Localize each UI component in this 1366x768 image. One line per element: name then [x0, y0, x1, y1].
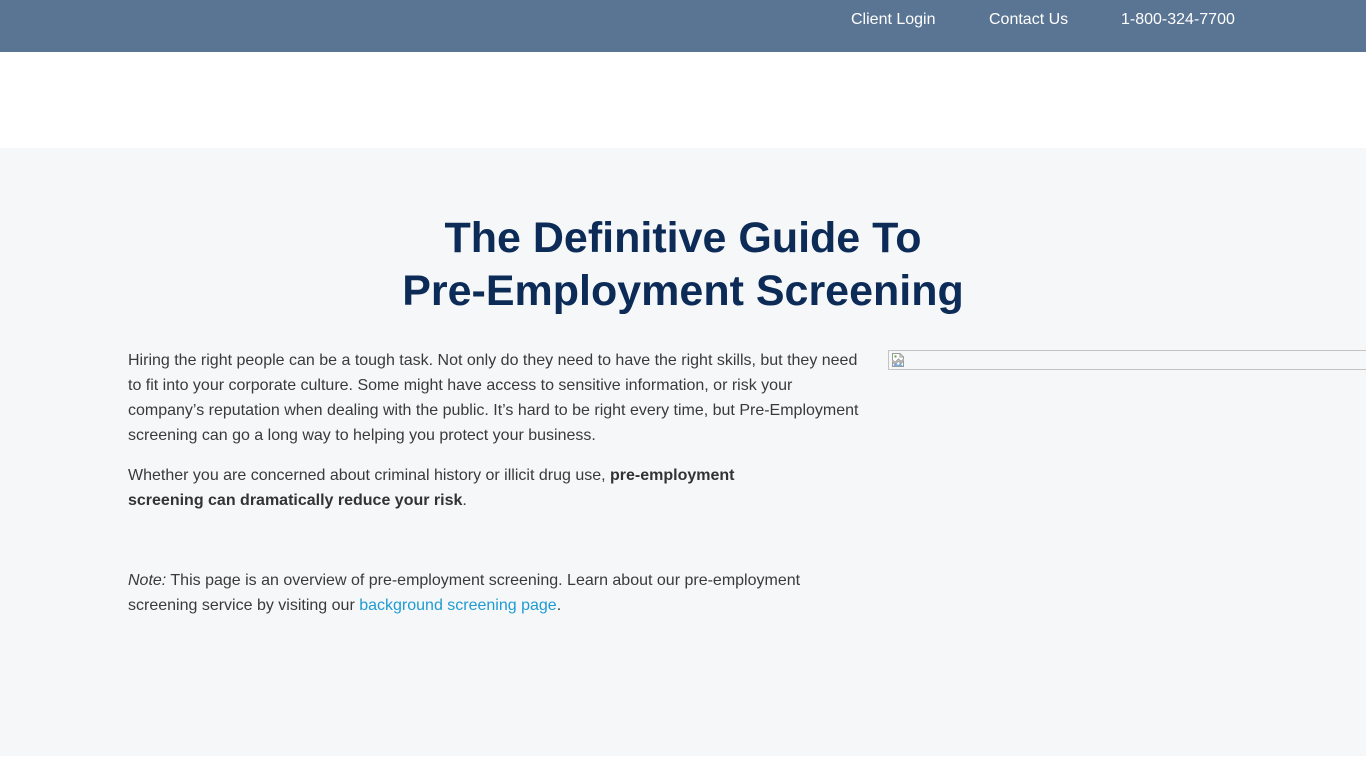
client-login-link[interactable]: Client Login	[851, 10, 936, 30]
phone-number-link[interactable]: 1-800-324-7700	[1121, 10, 1235, 30]
contact-us-link[interactable]: Contact Us	[989, 10, 1068, 30]
header-area	[0, 52, 1366, 148]
risk-paragraph-text: Whether you are concerned about criminal…	[128, 467, 610, 484]
risk-paragraph: Whether you are concerned about criminal…	[128, 463, 808, 513]
intro-text: Hiring the right people can be a tough t…	[128, 348, 863, 633]
main-content-section: The Definitive Guide To Pre-Employment S…	[0, 148, 1366, 756]
note-paragraph: Note: This page is an overview of pre-em…	[128, 568, 808, 618]
intro-paragraph: Hiring the right people can be a tough t…	[128, 352, 859, 444]
hero-image-placeholder	[888, 350, 1366, 370]
risk-paragraph-end: .	[462, 492, 467, 509]
broken-image-icon	[892, 353, 904, 367]
note-end: .	[556, 597, 562, 614]
note-label: Note:	[128, 572, 167, 589]
page-title: The Definitive Guide To Pre-Employment S…	[0, 212, 1366, 318]
top-navigation-bar: Client Login Contact Us 1-800-324-7700	[0, 0, 1366, 52]
page-title-line-1: The Definitive Guide To	[444, 214, 922, 262]
background-screening-link[interactable]: background screening page	[359, 597, 556, 614]
footer-strip	[0, 756, 1366, 768]
page-title-line-2: Pre-Employment Screening	[402, 267, 964, 315]
